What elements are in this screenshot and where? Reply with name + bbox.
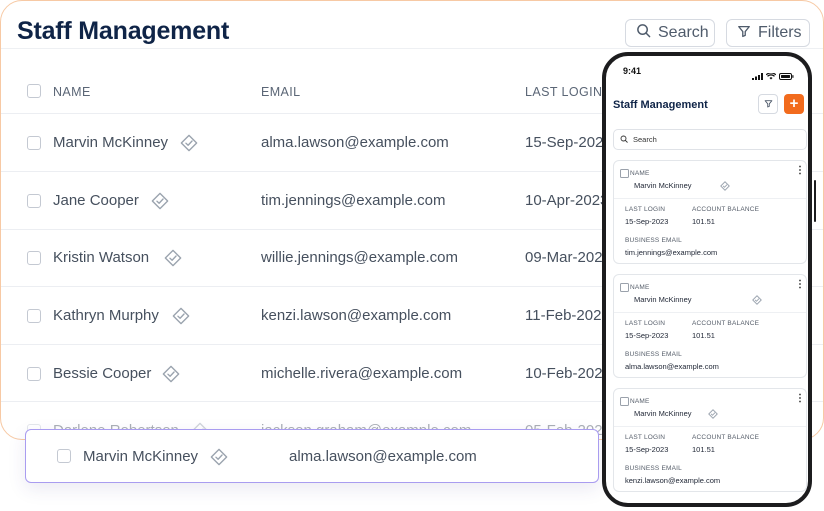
phone-side-button <box>814 180 816 222</box>
account-balance-label: ACCOUNT BALANCE <box>692 206 760 213</box>
row-checkbox[interactable] <box>27 136 41 150</box>
staff-email: tim.jennings@example.com <box>261 192 446 209</box>
verified-badge-icon <box>210 448 228 466</box>
name-label: NAME <box>630 398 650 405</box>
row-checkbox[interactable] <box>27 309 41 323</box>
verified-badge-icon <box>162 365 180 383</box>
verified-badge-icon <box>164 249 182 267</box>
staff-name: Marvin McKinney <box>634 409 692 418</box>
more-vertical-icon[interactable]: ⋮ <box>795 166 805 176</box>
search-icon <box>620 135 628 145</box>
staff-name: Marvin McKinney <box>83 448 199 465</box>
verified-badge-icon <box>180 134 198 152</box>
staff-last-login: 09-Mar-2023 <box>525 249 611 266</box>
name-label: NAME <box>630 170 650 177</box>
column-header-name[interactable]: NAME <box>53 85 91 99</box>
staff-last-login: 10-Apr-2023 <box>525 192 609 209</box>
staff-last-login: 15-Sep-2023 <box>625 445 669 454</box>
filters-button[interactable]: Filters <box>726 19 810 47</box>
business-email-label: BUSINESS EMAIL <box>625 351 682 358</box>
card-checkbox[interactable] <box>620 283 629 292</box>
staff-email: alma.lawson@example.com <box>289 448 477 465</box>
column-header-email[interactable]: EMAIL <box>261 85 301 99</box>
staff-card[interactable]: NAME Marvin McKinney ⋮ LAST LOGIN 15-Sep… <box>613 160 807 264</box>
highlighted-table-row[interactable]: Marvin McKinney alma.lawson@example.com <box>25 429 599 483</box>
business-email-label: BUSINESS EMAIL <box>625 465 682 472</box>
card-checkbox[interactable] <box>620 397 629 406</box>
card-divider <box>614 198 806 199</box>
account-balance: 101.51 <box>692 217 715 226</box>
filters-button-label: Filters <box>758 24 802 41</box>
staff-last-login: 11-Feb-2023 <box>525 307 610 324</box>
header-divider <box>1 48 823 49</box>
staff-email: alma.lawson@example.com <box>261 134 449 151</box>
more-vertical-icon[interactable]: ⋮ <box>795 280 805 290</box>
card-divider <box>614 426 806 427</box>
staff-name: Marvin McKinney <box>53 134 169 151</box>
account-balance-label: ACCOUNT BALANCE <box>692 320 760 327</box>
last-login-label: LAST LOGIN <box>625 320 666 327</box>
card-checkbox[interactable] <box>620 169 629 178</box>
verified-badge-icon <box>172 307 190 325</box>
row-checkbox[interactable] <box>57 449 71 463</box>
card-divider <box>614 312 806 313</box>
mobile-phone-frame: 9:41 Staff Management + Search NAME Marv… <box>602 52 812 507</box>
staff-email: willie.jennings@example.com <box>261 249 458 266</box>
staff-name: Jane Cooper <box>53 192 139 209</box>
more-vertical-icon[interactable]: ⋮ <box>795 394 805 404</box>
verified-badge-icon <box>720 181 730 191</box>
last-login-label: LAST LOGIN <box>625 434 666 441</box>
staff-last-login: 10-Feb-2023 <box>525 365 611 382</box>
staff-name: Kathryn Murphy <box>53 307 159 324</box>
search-placeholder: Search <box>633 135 657 144</box>
page-title: Staff Management <box>17 17 230 45</box>
staff-card[interactable]: NAME Marvin McKinney ⋮ LAST LOGIN 15-Sep… <box>613 274 807 378</box>
staff-email: michelle.rivera@example.com <box>261 365 463 382</box>
staff-email: alma.lawson@example.com <box>625 362 719 371</box>
select-all-checkbox[interactable] <box>27 84 41 98</box>
filter-icon <box>737 24 751 43</box>
staff-last-login: 15-Sep-2023 <box>625 331 669 340</box>
staff-name: Marvin McKinney <box>634 295 692 304</box>
search-button-label: Search <box>658 24 709 41</box>
account-balance-label: ACCOUNT BALANCE <box>692 434 760 441</box>
account-balance: 101.51 <box>692 445 715 454</box>
staff-name: Kristin Watson <box>53 249 150 266</box>
mobile-search-input[interactable]: Search <box>613 129 807 150</box>
last-login-label: LAST LOGIN <box>625 206 666 213</box>
column-header-last-login[interactable]: LAST LOGIN <box>525 85 602 99</box>
staff-last-login: 15-Sep-2023 <box>525 134 612 151</box>
status-bar-icons <box>752 67 794 85</box>
business-email-label: BUSINESS EMAIL <box>625 237 682 244</box>
staff-email: kenzi.lawson@example.com <box>625 476 721 485</box>
verified-badge-icon <box>151 192 169 210</box>
filter-icon <box>764 95 773 113</box>
signal-icon <box>752 67 763 85</box>
row-checkbox[interactable] <box>27 251 41 265</box>
battery-icon <box>779 67 794 85</box>
staff-name: Marvin McKinney <box>634 181 692 190</box>
account-balance: 101.51 <box>692 331 715 340</box>
staff-email: tim.jennings@example.com <box>625 248 718 257</box>
staff-card[interactable]: NAME Marvin McKinney ⋮ LAST LOGIN 15-Sep… <box>613 388 807 492</box>
mobile-page-title: Staff Management <box>613 99 708 111</box>
row-checkbox[interactable] <box>27 367 41 381</box>
staff-last-login: 15-Sep-2023 <box>625 217 669 226</box>
add-staff-button[interactable]: + <box>784 94 804 114</box>
verified-badge-icon <box>752 295 762 305</box>
wifi-icon <box>765 67 777 85</box>
name-label: NAME <box>630 284 650 291</box>
mobile-filter-button[interactable] <box>758 94 778 114</box>
row-checkbox[interactable] <box>27 194 41 208</box>
search-button[interactable]: Search <box>625 19 715 47</box>
status-bar-time: 9:41 <box>623 66 642 76</box>
verified-badge-icon <box>708 409 718 419</box>
staff-name: Bessie Cooper <box>53 365 152 382</box>
search-icon <box>636 23 651 43</box>
staff-email: kenzi.lawson@example.com <box>261 307 452 324</box>
